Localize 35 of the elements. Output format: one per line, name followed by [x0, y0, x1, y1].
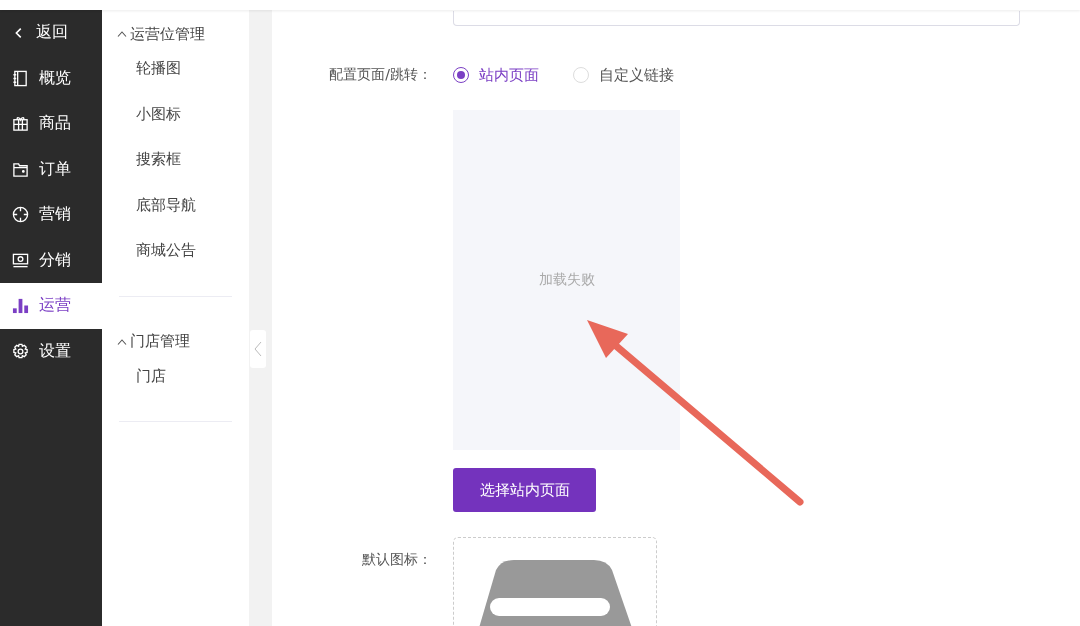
caret-icon [117, 338, 127, 345]
submenu-item[interactable]: 门店 [102, 353, 249, 399]
submenu-item[interactable]: 商城公告 [102, 228, 249, 274]
wallet-icon [12, 251, 29, 269]
settings-icon [12, 342, 29, 360]
nav-item[interactable]: 营销 [0, 192, 102, 238]
back-link[interactable]: 返回 [0, 10, 102, 56]
submenu-item[interactable]: 底部导航 [102, 182, 249, 228]
collapse-button[interactable] [250, 330, 266, 368]
input-field[interactable] [453, 11, 1020, 26]
field-label: 默认图标： [361, 551, 432, 569]
field-label: 配置页面/跳转： [328, 66, 432, 84]
gift-icon [12, 115, 29, 133]
group-header[interactable]: 运营位管理 [102, 22, 249, 46]
radio-option[interactable]: 自定义链接 [573, 65, 674, 85]
radio-option[interactable]: 站内页面 [453, 65, 539, 85]
bar-chart-icon [12, 297, 29, 315]
book-icon [12, 69, 29, 87]
caret-icon [117, 31, 127, 37]
submenu-item[interactable]: 搜索框 [102, 137, 249, 183]
nav-item[interactable]: 订单 [0, 146, 102, 192]
load-failed-text: 加载失败 [538, 271, 595, 289]
submenu-item[interactable]: 轮播图 [102, 46, 249, 92]
nav-item[interactable]: 概览 [0, 55, 102, 101]
nav-item[interactable]: 分销 [0, 237, 102, 283]
nav-item[interactable]: 商品 [0, 101, 102, 147]
nav-item[interactable]: 设置 [0, 328, 102, 374]
folder-icon [12, 160, 29, 178]
crosshair-icon [12, 206, 29, 224]
chevron-left-icon [254, 341, 262, 357]
submenu-item[interactable]: 小图标 [102, 91, 249, 137]
upload-box[interactable] [453, 537, 657, 626]
nav-item[interactable]: 运营 [0, 283, 102, 329]
select-page-button[interactable]: 选择站内页面 [453, 468, 596, 512]
group-header[interactable]: 门店管理 [102, 329, 249, 354]
